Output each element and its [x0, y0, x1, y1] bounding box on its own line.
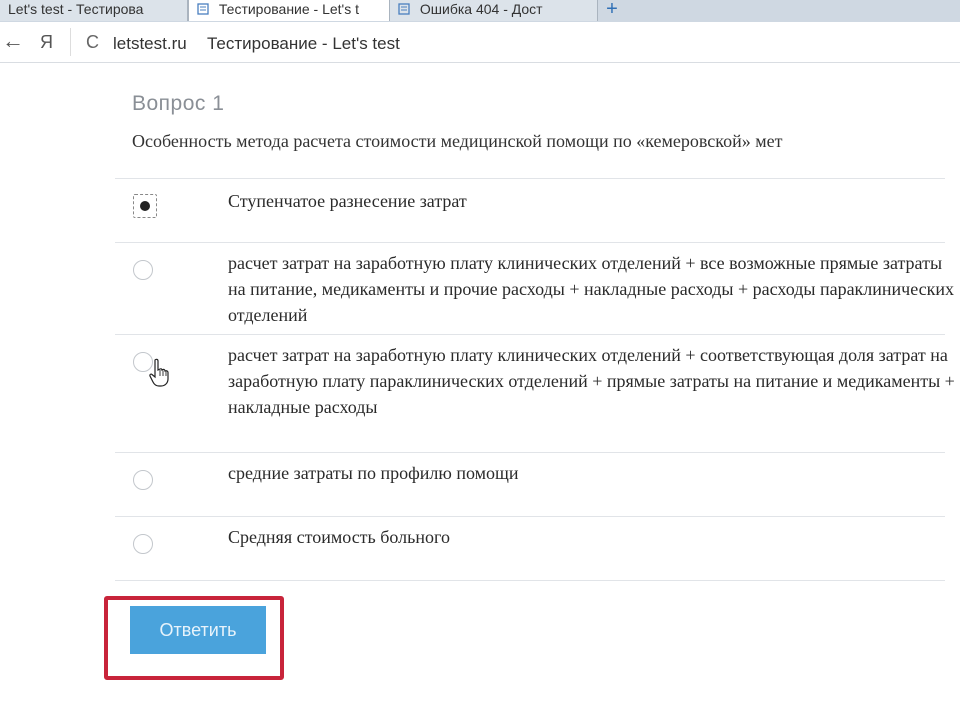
back-arrow-icon[interactable]: ←: [2, 30, 24, 52]
answer-option-2[interactable]: расчет затрат на заработную плату клинич…: [115, 242, 960, 334]
answer-option-5[interactable]: Средняя стоимость больного: [115, 516, 960, 580]
answer-option-text: расчет затрат на заработную плату клинич…: [228, 345, 955, 417]
address-page-title[interactable]: Тестирование - Let's test: [207, 34, 400, 54]
question-text: Особенность метода расчета стоимости мед…: [132, 131, 783, 151]
question-number: Вопрос 1: [132, 92, 225, 115]
toolbar-divider: [70, 28, 71, 56]
tab-label: Тестирование - Let's t: [218, 1, 360, 17]
browser-tab-strip: Let's test - Тестирова Тестирование - Le…: [0, 0, 960, 23]
page-icon: [398, 3, 410, 15]
answer-option-text: Ступенчатое разнесение затрат: [228, 191, 467, 211]
yandex-logo-icon[interactable]: Я: [40, 32, 53, 52]
reload-icon[interactable]: C: [86, 32, 99, 52]
radio-button[interactable]: [133, 534, 153, 554]
divider: [115, 580, 945, 581]
submit-answer-button[interactable]: Ответить: [130, 606, 266, 654]
answer-option-1[interactable]: Ступенчатое разнесение затрат: [115, 178, 960, 242]
browser-toolbar: ← Я C letstest.ru Тестирование - Let's t…: [0, 22, 960, 63]
radio-button[interactable]: [133, 470, 153, 490]
radio-button[interactable]: [133, 260, 153, 280]
address-domain[interactable]: letstest.ru: [113, 34, 187, 54]
new-tab-button[interactable]: +: [598, 0, 626, 21]
answer-option-text: Средняя стоимость больного: [228, 527, 450, 547]
radio-button-checked[interactable]: [133, 194, 157, 218]
answer-option-4[interactable]: средние затраты по профилю помощи: [115, 452, 960, 516]
hand-cursor-icon: [149, 358, 169, 387]
tab-testing-active[interactable]: Тестирование - Let's t: [188, 0, 390, 21]
answer-option-text: средние затраты по профилю помощи: [228, 463, 519, 483]
tab-label: Ошибка 404 - Дост: [419, 1, 543, 17]
answer-option-3[interactable]: расчет затрат на заработную плату клинич…: [115, 334, 960, 452]
tab-lets-test[interactable]: Let's test - Тестирова: [0, 0, 188, 21]
tab-error-404[interactable]: Ошибка 404 - Дост: [390, 0, 598, 21]
answer-option-text: расчет затрат на заработную плату клинич…: [228, 253, 955, 325]
page-icon: [197, 3, 209, 15]
tab-label: Let's test - Тестирова: [8, 1, 144, 17]
